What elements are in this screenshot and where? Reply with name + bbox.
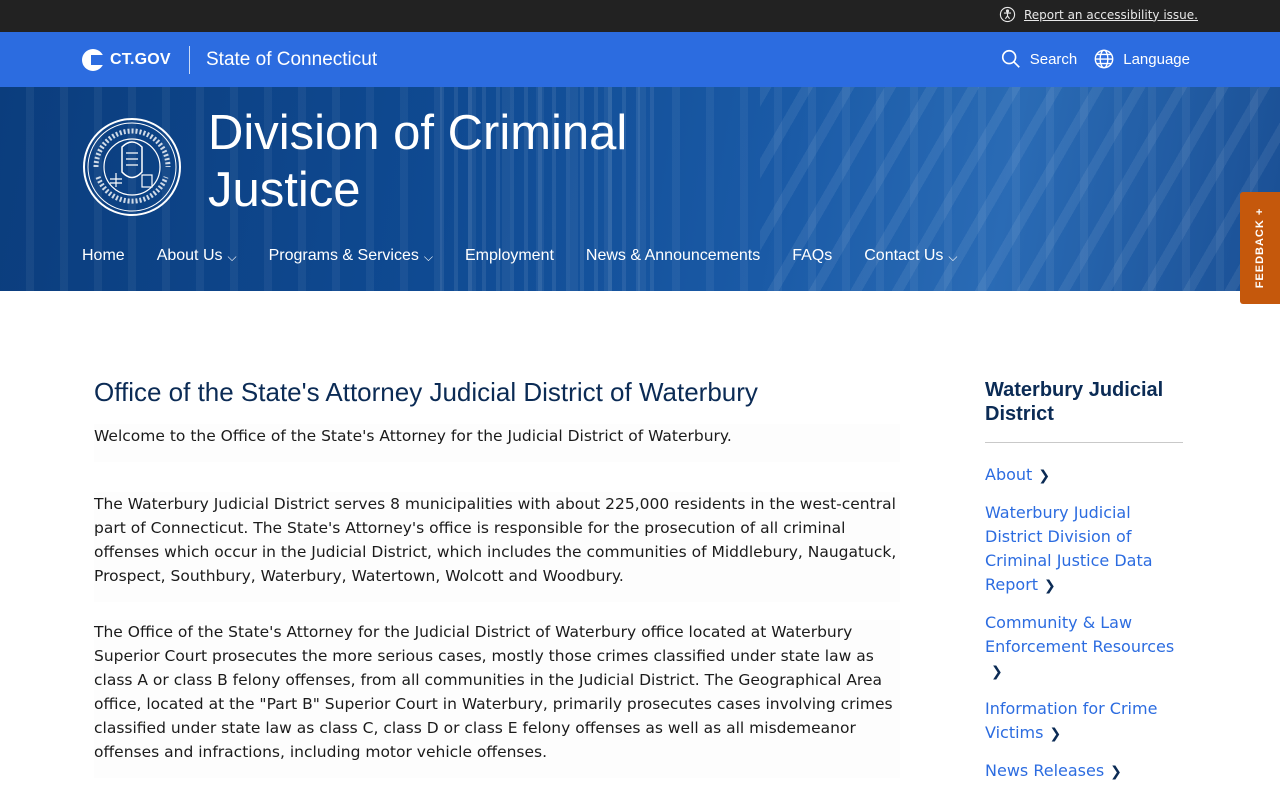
nav-item-label: FAQs — [792, 247, 833, 264]
search-label: Search — [1029, 50, 1078, 68]
sidebar-title: Waterbury Judicial District — [985, 378, 1183, 443]
agency-title-line-2: Justice — [208, 163, 361, 217]
sidebar-link-crime-victims[interactable]: Information for Crime Victims ❯ — [985, 697, 1183, 746]
language-button[interactable]: Language — [1093, 48, 1190, 70]
nav-item-label: Employment — [464, 247, 554, 264]
accessibility-link-text[interactable]: Report an accessibility issue. — [1024, 8, 1198, 22]
nav-item-about-us[interactable]: About Us ⌵ — [157, 247, 237, 265]
sidebar-link-data-report[interactable]: Waterbury Judicial District Division of … — [985, 501, 1183, 598]
agency-title-line-1: Division of Criminal — [208, 106, 628, 160]
nav-item-contact-us[interactable]: Contact Us ⌵ — [864, 247, 957, 265]
sidebar-link-label: About — [985, 465, 1033, 484]
sidebar-link-label: News Releases — [985, 761, 1105, 780]
chevron-right-icon: ❯ — [1049, 726, 1062, 742]
ctgov-header: CT.GOV State of Connecticut Search Langu… — [0, 32, 1280, 87]
nav-item-programs-services[interactable]: Programs & Services ⌵ — [269, 247, 433, 265]
sidebar: Waterbury Judicial District About ❯ Water… — [985, 378, 1183, 797]
accessibility-report-link[interactable]: Report an accessibility issue. — [999, 6, 1198, 23]
search-button[interactable]: Search — [1000, 48, 1078, 70]
nav-item-label: News & Announcements — [585, 247, 761, 264]
chevron-down-icon: ⌵ — [948, 249, 958, 264]
ctgov-logo[interactable]: CT.GOV — [82, 49, 171, 71]
search-icon — [1001, 49, 1020, 68]
chevron-right-icon: ❯ — [991, 664, 1003, 680]
nav-item-label: Contact Us — [864, 247, 944, 264]
sidebar-link-about[interactable]: About ❯ — [985, 463, 1183, 488]
body-paragraph: The Office of the State's Attorney for t… — [94, 620, 900, 778]
body-paragraph: The Waterbury Judicial District serves 8… — [94, 492, 900, 602]
main-navigation: Home About Us ⌵ Programs & Services ⌵ Em… — [82, 247, 990, 265]
page-title: Office of the State's Attorney Judicial … — [94, 377, 758, 407]
accessibility-icon — [999, 6, 1016, 23]
nav-item-label: Home — [82, 247, 125, 264]
sidebar-link-label: Community & Law Enforcement Resources — [985, 613, 1175, 656]
globe-icon — [1094, 49, 1114, 69]
agency-title: Division of Criminal Justice — [208, 105, 627, 219]
sidebar-link-label: Information for Crime Victims — [985, 699, 1158, 742]
nav-item-label: About Us — [156, 247, 223, 264]
main-content: Office of the State's Attorney Judicial … — [94, 376, 900, 796]
feedback-label: FEEDBACK + — [1254, 207, 1266, 289]
nav-item-label: Programs & Services — [268, 247, 419, 264]
utility-bar: Report an accessibility issue. — [0, 0, 1280, 32]
division-seal-logo[interactable] — [82, 117, 182, 217]
agency-hero: Division of Criminal Justice Home About … — [0, 87, 1280, 291]
nav-item-faqs[interactable]: FAQs — [792, 247, 832, 265]
nav-item-employment[interactable]: Employment — [465, 247, 554, 265]
chevron-right-icon: ❯ — [1038, 468, 1051, 484]
sidebar-link-label: Waterbury Judicial District Division of … — [985, 503, 1153, 594]
ctgov-logo-text: CT.GOV — [110, 51, 171, 68]
nav-item-home[interactable]: Home — [82, 247, 125, 265]
header-divider — [189, 46, 190, 74]
feedback-button[interactable]: FEEDBACK + — [1240, 192, 1280, 304]
ctgov-logo-icon — [82, 49, 104, 71]
header-actions: Search Language — [1000, 48, 1190, 70]
sidebar-link-news-releases[interactable]: News Releases ❯ — [985, 759, 1183, 784]
sidebar-link-community-resources[interactable]: Community & Law Enforcement Resources ❯ — [985, 611, 1183, 684]
nav-item-news-announcements[interactable]: News & Announcements — [586, 247, 760, 265]
language-label: Language — [1123, 50, 1190, 68]
chevron-down-icon: ⌵ — [227, 249, 237, 264]
chevron-right-icon: ❯ — [1110, 764, 1122, 780]
intro-paragraph: Welcome to the Office of the State's Att… — [94, 424, 900, 462]
chevron-right-icon: ❯ — [1044, 578, 1056, 594]
state-name-link[interactable]: State of Connecticut — [206, 49, 377, 71]
chevron-down-icon: ⌵ — [423, 249, 433, 264]
